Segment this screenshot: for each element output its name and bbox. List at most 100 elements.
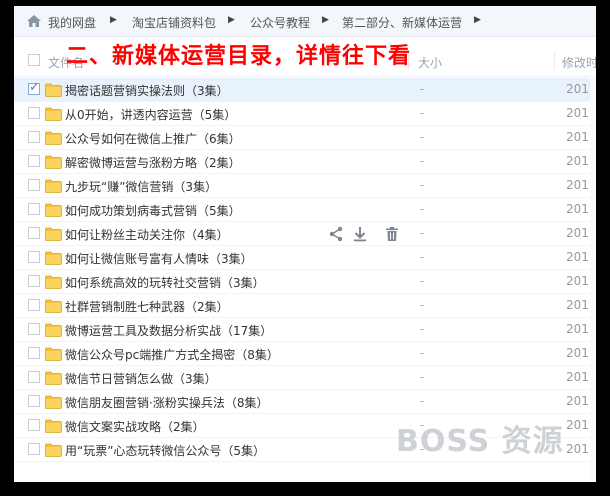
file-name-link[interactable]: 如何系统高效的玩转社交营销（3集）	[65, 274, 265, 291]
file-size: -	[420, 250, 425, 264]
chevron-right-icon: ▶	[228, 15, 235, 25]
file-row[interactable]: 社群营销制胜七种武器（2集） -2017	[14, 294, 596, 318]
folder-icon	[45, 107, 62, 121]
file-row[interactable]: 微信节日营销怎么做（3集） -2017	[14, 366, 596, 390]
row-checkbox[interactable]	[28, 179, 40, 191]
folder-icon	[45, 443, 62, 457]
folder-icon	[45, 83, 62, 97]
folder-icon	[45, 299, 62, 313]
file-name-link[interactable]: 用“玩票”心态玩转微信公众号（5集）	[65, 442, 265, 459]
chevron-right-icon: ▶	[322, 15, 329, 25]
file-size: -	[420, 106, 425, 120]
file-size: -	[420, 394, 425, 408]
chevron-right-icon: ▶	[474, 15, 481, 25]
file-size: -	[420, 298, 425, 312]
row-checkbox[interactable]	[28, 299, 40, 311]
file-name-link[interactable]: 如何成功策划病毒式营销（5集）	[65, 202, 241, 219]
checkmark-icon: ✓	[29, 80, 40, 95]
file-name-link[interactable]: 微博运营工具及数据分析实战（17集）	[65, 322, 272, 339]
file-size: -	[420, 274, 425, 288]
folder-icon	[45, 323, 62, 337]
column-header-date[interactable]: 修改时	[562, 54, 596, 71]
file-name-link[interactable]: 公众号如何在微信上推广（6集）	[65, 130, 241, 147]
file-name-link[interactable]: 如何让粉丝主动关注你（4集）	[65, 226, 229, 243]
file-browser-panel: 我的网盘 ▶ 淘宝店铺资料包 ▶ 公众号教程 ▶ 第二部分、新媒体运营 ▶ 文件…	[14, 6, 596, 482]
file-size: -	[420, 322, 425, 336]
row-checkbox[interactable]	[28, 131, 40, 143]
file-size: -	[420, 370, 425, 384]
file-row[interactable]: 从0开始，讲透内容运营（5集） -2017	[14, 102, 596, 126]
file-list: ✓ 揭密话题营销实操法则（3集） -2017 从0开始，讲透内容运营（5集） -2017…	[14, 78, 596, 462]
breadcrumb-item-taobao-pack[interactable]: 淘宝店铺资料包	[132, 14, 216, 31]
folder-icon	[45, 227, 62, 241]
scrollbar[interactable]	[590, 78, 596, 482]
breadcrumb-item-tutorials[interactable]: 公众号教程	[250, 14, 310, 31]
row-checkbox[interactable]	[28, 155, 40, 167]
file-name-link[interactable]: 微信公众号pc端推广方式全揭密（8集）	[65, 346, 279, 363]
file-size: -	[420, 226, 425, 240]
row-checkbox[interactable]	[28, 275, 40, 287]
file-size: -	[420, 346, 425, 360]
file-name-link[interactable]: 九步玩“赚”微信营销（3集）	[65, 178, 217, 195]
file-row[interactable]: 公众号如何在微信上推广（6集） -2017	[14, 126, 596, 150]
folder-icon	[45, 275, 62, 289]
overlay-title: 二、新媒体运营目录，详情往下看	[66, 44, 412, 69]
row-checkbox[interactable]	[28, 347, 40, 359]
folder-icon	[45, 419, 62, 433]
row-checkbox[interactable]: ✓	[28, 80, 40, 95]
file-row[interactable]: 如何让微信账号富有人情味（3集） -2017	[14, 246, 596, 270]
row-checkbox[interactable]	[28, 395, 40, 407]
chevron-right-icon: ▶	[110, 15, 117, 25]
breadcrumb-item-current-folder[interactable]: 第二部分、新媒体运营	[342, 14, 462, 31]
file-name-link[interactable]: 如何让微信账号富有人情味（3集）	[65, 250, 253, 267]
file-row[interactable]: 微信朋友圈营销·涨粉实操兵法（8集） -2017	[14, 390, 596, 414]
file-size: -	[420, 178, 425, 192]
column-divider	[554, 52, 555, 70]
file-row[interactable]: 微博运营工具及数据分析实战（17集） -2017	[14, 318, 596, 342]
file-size: -	[420, 202, 425, 216]
file-name-link[interactable]: 社群营销制胜七种武器（2集）	[65, 298, 229, 315]
folder-icon	[45, 347, 62, 361]
file-name-link[interactable]: 微信节日营销怎么做（3集）	[65, 370, 217, 387]
folder-icon	[45, 179, 62, 193]
folder-icon	[45, 371, 62, 385]
row-checkbox[interactable]	[28, 107, 40, 119]
breadcrumb: 我的网盘 ▶ 淘宝店铺资料包 ▶ 公众号教程 ▶ 第二部分、新媒体运营 ▶	[14, 6, 596, 37]
file-row[interactable]: 如何成功策划病毒式营销（5集） -2017	[14, 198, 596, 222]
row-checkbox[interactable]	[28, 227, 40, 239]
row-actions	[328, 226, 408, 242]
file-name-link[interactable]: 微信朋友圈营销·涨粉实操兵法（8集）	[65, 394, 268, 411]
home-icon[interactable]	[26, 13, 42, 29]
file-name-link[interactable]: 揭密话题营销实操法则（3集）	[65, 82, 229, 99]
folder-icon	[45, 155, 62, 169]
folder-icon	[45, 395, 62, 409]
file-row[interactable]: 九步玩“赚”微信营销（3集） -2017	[14, 174, 596, 198]
file-row[interactable]: 如何让粉丝主动关注你（4集） -2017	[14, 222, 596, 246]
row-checkbox[interactable]	[28, 251, 40, 263]
file-name-link[interactable]: 解密微博运营与涨粉方略（2集）	[65, 154, 241, 171]
column-header-size[interactable]: 大小	[418, 54, 442, 71]
share-icon[interactable]	[328, 226, 344, 242]
row-checkbox[interactable]	[28, 371, 40, 383]
file-name-link[interactable]: 从0开始，讲透内容运营（5集）	[65, 106, 236, 123]
row-checkbox[interactable]	[28, 323, 40, 335]
file-size: -	[420, 130, 425, 144]
folder-icon	[45, 203, 62, 217]
breadcrumb-item-my-disk[interactable]: 我的网盘	[48, 14, 96, 31]
file-row[interactable]: 解密微博运营与涨粉方略（2集） -2017	[14, 150, 596, 174]
row-checkbox[interactable]	[28, 203, 40, 215]
folder-icon	[45, 251, 62, 265]
file-row[interactable]: 如何系统高效的玩转社交营销（3集） -2017	[14, 270, 596, 294]
watermark: BOSS 资源	[396, 424, 564, 459]
folder-icon	[45, 131, 62, 145]
download-icon[interactable]	[352, 226, 368, 242]
file-name-link[interactable]: 微信文案实战攻略（2集）	[65, 418, 205, 435]
row-checkbox[interactable]	[28, 443, 40, 455]
file-row[interactable]: ✓ 揭密话题营销实操法则（3集） -2017	[14, 78, 596, 102]
select-all-checkbox[interactable]	[28, 54, 40, 66]
file-size: -	[420, 154, 425, 168]
file-size: -	[420, 82, 425, 96]
delete-icon[interactable]	[384, 226, 400, 242]
file-row[interactable]: 微信公众号pc端推广方式全揭密（8集） -2017	[14, 342, 596, 366]
row-checkbox[interactable]	[28, 419, 40, 431]
